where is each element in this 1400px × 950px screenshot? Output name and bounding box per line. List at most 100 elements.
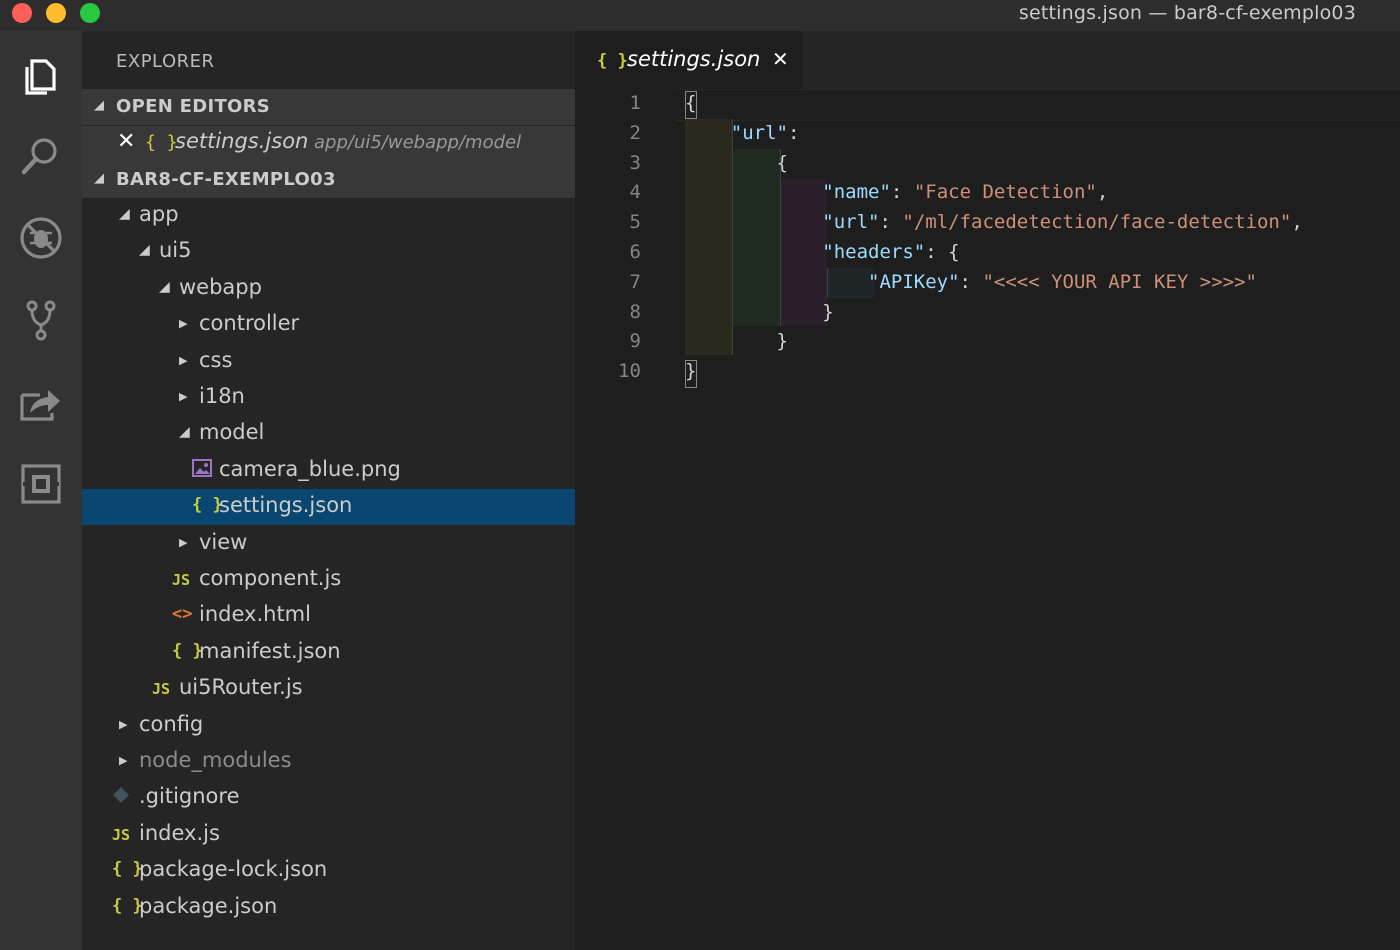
line-number: 3 [629,151,641,174]
explorer-icon[interactable] [0,39,82,109]
tree-file-index.html[interactable]: <> index.html [82,598,575,634]
tree-file-index.js[interactable]: JS index.js [82,817,575,853]
tree-item-label: index.js [139,820,220,845]
chevron-down-icon[interactable]: ◢ [119,206,130,222]
tree-file-.gitignore[interactable]: .gitignore [82,780,575,816]
tree-folder-model[interactable]: ◢ model [82,416,575,452]
image-file-icon [192,458,212,482]
tree-folder-app[interactable]: ◢ app [82,198,575,234]
project-header[interactable]: ◢ BAR8-CF-EXEMPLO03 [82,162,575,198]
json-punctuation: : [879,211,903,234]
line-number: 6 [629,241,641,263]
json-string: "<<<< YOUR API KEY >>>>" [982,270,1257,293]
tree-item-label: i18n [199,384,245,408]
chevron-down-icon: ◢ [94,98,105,113]
code-editor[interactable]: 1 2 3 4 5 6 7 8 9 10{ "url": { "name": "Face Dete… [575,89,1400,950]
window-close-button[interactable] [12,3,32,23]
open-editors-header[interactable]: ◢ OPEN EDITORS [82,89,575,125]
code-line: } [685,300,834,323]
tab-bar: { } settings.json ✕ [575,31,1400,89]
json-punctuation: } [685,300,834,323]
js-file-icon: JS [112,825,131,844]
tree-file-settings.json[interactable]: { } settings.json [82,489,575,526]
tree-item-label: app [139,202,179,226]
tree-file-component.js[interactable]: JS component.js [82,562,575,598]
code-line: } [685,330,788,352]
window-title: settings.json — bar8-cf-exemplo03 [1018,2,1356,24]
tree-folder-node_modules[interactable]: ▶ node_modules [82,744,575,780]
window-minimize-button[interactable] [46,3,66,23]
line-number: 1 [629,92,641,114]
tree-folder-controller[interactable]: ▶ controller [82,307,575,343]
tree-folder-config[interactable]: ▶ config [82,708,575,744]
open-editor-item[interactable]: ✕ { } settings.json app/ui5/webapp/model [82,126,575,162]
tree-file-manifest.json[interactable]: { } manifest.json [82,635,575,671]
chevron-right-icon[interactable]: ▶ [179,536,187,549]
json-key: "headers" [822,241,926,263]
json-punctuation: } [685,360,697,383]
sidebar-title: EXPLORER [116,51,215,72]
tree-item-label: controller [199,311,300,336]
tree-file-ui5Router.js[interactable]: JS ui5Router.js [82,671,575,707]
json-punctuation [685,211,822,233]
code-line: "APIKey": "<<<< YOUR API KEY >>>>" [685,271,1257,293]
source-control-icon[interactable] [0,285,82,355]
close-icon[interactable]: ✕ [117,129,135,154]
git-file-icon [112,786,130,809]
chevron-down-icon[interactable]: ◢ [159,279,170,295]
tree-folder-i18n[interactable]: ▶ i18n [82,380,575,416]
chevron-right-icon[interactable]: ▶ [119,754,127,767]
tree-item-label: package.json [139,893,278,918]
json-string: "Face Detection" [913,181,1097,204]
tree-item-label: package-lock.json [139,857,328,882]
chevron-down-icon[interactable]: ◢ [139,242,150,258]
tree-item-label: component.js [199,566,342,590]
chevron-right-icon[interactable]: ▶ [179,354,187,367]
project-label: BAR8-CF-EXEMPLO03 [116,169,336,190]
extensions-icon[interactable] [0,449,82,519]
indent-guide [733,149,780,326]
line-number: 10 [618,360,641,383]
tree-folder-webapp[interactable]: ◢ webapp [82,271,575,307]
live-share-icon[interactable] [0,367,82,437]
code-line: } [685,360,696,382]
code-line: { [685,92,696,114]
tree-folder-css[interactable]: ▶ css [82,344,575,380]
tree-item-label: .gitignore [139,784,240,809]
tree-file-camera_blue.png[interactable]: camera_blue.png [82,453,575,489]
tree-item-label: css [199,347,233,372]
chevron-right-icon[interactable]: ▶ [179,317,187,330]
tab-settings-json[interactable]: { } settings.json ✕ [575,31,803,89]
code-line: "url": [685,121,800,144]
line-number: 2 [629,121,641,144]
tree-item-label: settings.json [219,493,353,518]
tree-item-label: node_modules [139,748,292,772]
tree-item-label: index.html [199,602,311,627]
chevron-down-icon[interactable]: ◢ [179,424,190,440]
tree-folder-ui5[interactable]: ◢ ui5 [82,234,575,270]
chevron-right-icon[interactable]: ▶ [119,718,127,731]
code-line: "name": "Face Detection", [685,181,1108,203]
json-key: "url" [730,121,788,144]
chevron-down-icon: ◢ [94,171,105,186]
search-icon[interactable] [0,121,82,191]
window-maximize-button[interactable] [80,3,100,23]
debug-icon[interactable] [0,203,82,273]
tree-file-package.json[interactable]: { } package.json [82,890,575,926]
tree-item-label: ui5Router.js [179,675,303,700]
tree-folder-view[interactable]: ▶ view [82,526,575,562]
json-file-icon: { } [145,132,178,153]
json-punctuation: { [685,92,697,114]
json-punctuation: : [787,121,800,144]
json-punctuation [685,122,731,144]
json-punctuation [685,241,822,263]
line-number: 5 [629,211,641,234]
tree-item-label: manifest.json [199,638,341,663]
js-file-icon: JS [152,680,171,699]
tab-close-icon[interactable]: ✕ [772,47,789,71]
json-punctuation: , [1291,211,1303,234]
current-line-highlight [675,89,1400,121]
tree-item-label: config [139,711,204,736]
chevron-right-icon[interactable]: ▶ [179,390,187,403]
tree-file-package-lock.json[interactable]: { } package-lock.json [82,853,575,889]
